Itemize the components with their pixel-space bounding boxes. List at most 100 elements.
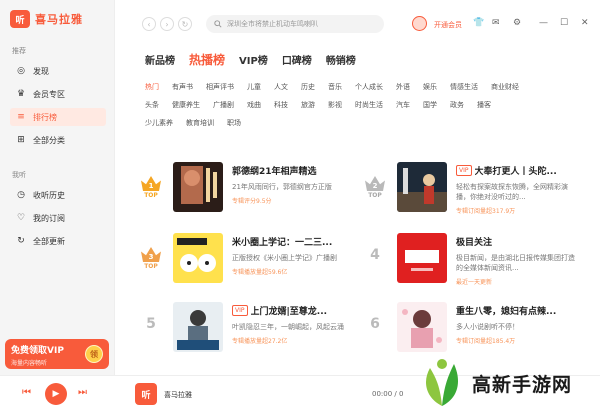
album-stat: 专辑订阅量超185.4万 [456,338,516,345]
previous-icon[interactable]: ⏮ [22,387,31,398]
category-chip[interactable]: 职场 [227,118,241,128]
tab-hot[interactable]: 热播榜 [189,51,225,68]
sidebar-item-discover[interactable]: ◎ 发现 [10,62,106,80]
logo-mark: 听 [10,10,30,28]
category-chip[interactable]: 头条 [145,100,159,110]
album-cover[interactable] [173,302,223,352]
cover-art [173,233,223,283]
now-playing-cover[interactable]: 听 [135,383,157,405]
mail-icon[interactable]: ✉ [492,18,500,28]
app-name: 喜马拉雅 [35,13,83,26]
category-chip[interactable]: 教育培训 [186,118,214,128]
top-label: TOP [144,263,158,270]
rank-item[interactable]: 4 极目关注 极目新闻，是由湖北日报传媒集团打造的全媒体新闻资讯... 最近一天… [364,233,579,291]
heart-icon: ♡ [16,212,26,223]
settings-icon[interactable]: ⚙ [513,18,521,28]
refresh-button[interactable]: ↻ [178,17,192,31]
back-button[interactable]: ‹ [142,17,156,31]
category-chip[interactable]: 娱乐 [423,82,437,92]
leaf-logo-icon [426,359,458,406]
rank-item[interactable]: 5 VIP 上门龙婿|至尊龙... 叶凯隐忍三年，一朝崛起，风起云涌 专辑播放量… [140,302,355,360]
category-chip[interactable]: 有声书 [172,82,193,92]
tab-new[interactable]: 新品榜 [145,52,175,67]
album-cover[interactable] [173,162,223,212]
grid-icon: ⊞ [17,134,25,145]
rank-badge-silver: 2 TOP [364,176,386,202]
sidebar-item-updates[interactable]: ↻ 全部更新 [10,232,106,250]
playback-time: 00:00 / 0 [372,390,404,398]
maximize-icon[interactable]: ☐ [560,18,568,28]
chevron-left-icon: ‹ [147,19,151,29]
cover-art [397,302,447,352]
sidebar-item-label: 我的订阅 [33,213,65,223]
category-chip[interactable]: 科技 [274,100,288,110]
album-cover[interactable] [397,233,447,283]
category-chip[interactable]: 政务 [450,100,464,110]
minimize-icon[interactable]: — [539,18,548,28]
forward-button[interactable]: › [160,17,174,31]
category-chip[interactable]: 历史 [301,82,315,92]
top-bar: ‹ › ↻ 开通会员 👕 ✉ ⚙ — ☐ ✕ [115,0,600,44]
album-cover[interactable] [397,162,447,212]
play-button[interactable]: ▶ [45,383,67,405]
tab-bestseller[interactable]: 畅销榜 [326,52,356,67]
category-chip[interactable]: 广播剧 [213,100,234,110]
category-chip[interactable]: 播客 [477,100,491,110]
category-chip[interactable]: 个人成长 [355,82,383,92]
category-chip[interactable]: 热门 [145,82,159,92]
category-chip[interactable]: 相声评书 [206,82,234,92]
sidebar-item-subscriptions[interactable]: ♡ 我的订阅 [10,209,106,227]
album-title[interactable]: 上门龙婿|至尊龙... [251,304,328,317]
next-icon[interactable]: ⏭ [78,387,87,398]
search-box[interactable] [206,15,384,33]
search-input[interactable] [227,20,377,28]
album-title[interactable]: 大奉打更人丨头陀... [475,164,557,177]
compass-icon: ◎ [17,65,25,76]
category-chip[interactable]: 影视 [328,100,342,110]
category-chip[interactable]: 国学 [423,100,437,110]
rank-item[interactable]: 3 TOP 米小圈上学记：一二三... 正版授权《米小圈上学记》广播剧 专辑播放… [140,233,355,291]
rank-item[interactable]: 2 TOP VIP 大奉打更人丨头陀... 轻松有探案故探东恢腾，全网精彩演播，… [364,162,579,220]
refresh-icon: ↻ [181,19,189,29]
close-icon[interactable]: ✕ [581,18,589,28]
category-chip[interactable]: 健康养生 [172,100,200,110]
shirt-icon[interactable]: 👕 [473,18,484,28]
category-chip[interactable]: 音乐 [328,82,342,92]
free-vip-banner[interactable]: 免费领取VIP 海量内容畅听 领 [5,339,109,369]
category-chip[interactable]: 情感生活 [450,82,478,92]
sidebar-item-label: 排行榜 [33,112,57,122]
open-vip-link[interactable]: 开通会员 [434,20,462,30]
album-stat: 专辑订阅量超317.9万 [456,208,516,215]
category-chip[interactable]: 商业财经 [491,82,519,92]
album-cover[interactable] [397,302,447,352]
category-chip[interactable]: 戏曲 [247,100,261,110]
album-title[interactable]: 重生八零，媳妇有点辣... [456,304,556,317]
sidebar-item-categories[interactable]: ⊞ 全部分类 [10,131,106,149]
rank-item[interactable]: 1 TOP 郭德纲21年相声精选 21年风雨同行，郭德纲官方正版 专辑评分9.5… [140,162,355,220]
category-filter: 热门 有声书 相声评书 儿童 人文 历史 音乐 个人成长 外语 娱乐 情感生活 商业财经头条 健康养生 广… [145,78,565,132]
category-chip[interactable]: 外语 [396,82,410,92]
category-chip[interactable]: 汽车 [396,100,410,110]
album-cover[interactable] [173,233,223,283]
play-icon: ▶ [52,389,60,399]
avatar[interactable] [412,16,427,31]
category-chip[interactable]: 儿童 [247,82,261,92]
app-logo[interactable]: 听 喜马拉雅 [10,10,83,28]
sidebar-item-label: 收听历史 [33,190,65,200]
album-desc: 轻松有探案故探东恢腾，全网精彩演播，你绝对没听过的... [456,183,568,201]
sidebar-item-vip-zone[interactable]: ♛ 会员专区 [10,85,106,103]
category-chip[interactable]: 旅游 [301,100,315,110]
album-title[interactable]: 米小圈上学记：一二三... [232,235,332,248]
sidebar-item-history[interactable]: ◷ 收听历史 [10,186,106,204]
album-title[interactable]: 郭德纲21年相声精选 [232,164,317,177]
tab-reputation[interactable]: 口碑榜 [282,52,312,67]
category-chip[interactable]: 少儿素养 [145,118,173,128]
album-title[interactable]: 极目关注 [456,235,492,248]
sidebar-item-label: 全部更新 [33,236,65,246]
sidebar-item-ranking[interactable]: ≡ 排行榜 [10,108,106,126]
category-chip[interactable]: 人文 [274,82,288,92]
section-mine: 我听 [12,171,26,179]
rank-tabs: 新品榜 热播榜 VIP榜 口碑榜 畅销榜 [145,51,356,68]
tab-vip[interactable]: VIP榜 [239,52,268,67]
category-chip[interactable]: 时尚生活 [355,100,383,110]
